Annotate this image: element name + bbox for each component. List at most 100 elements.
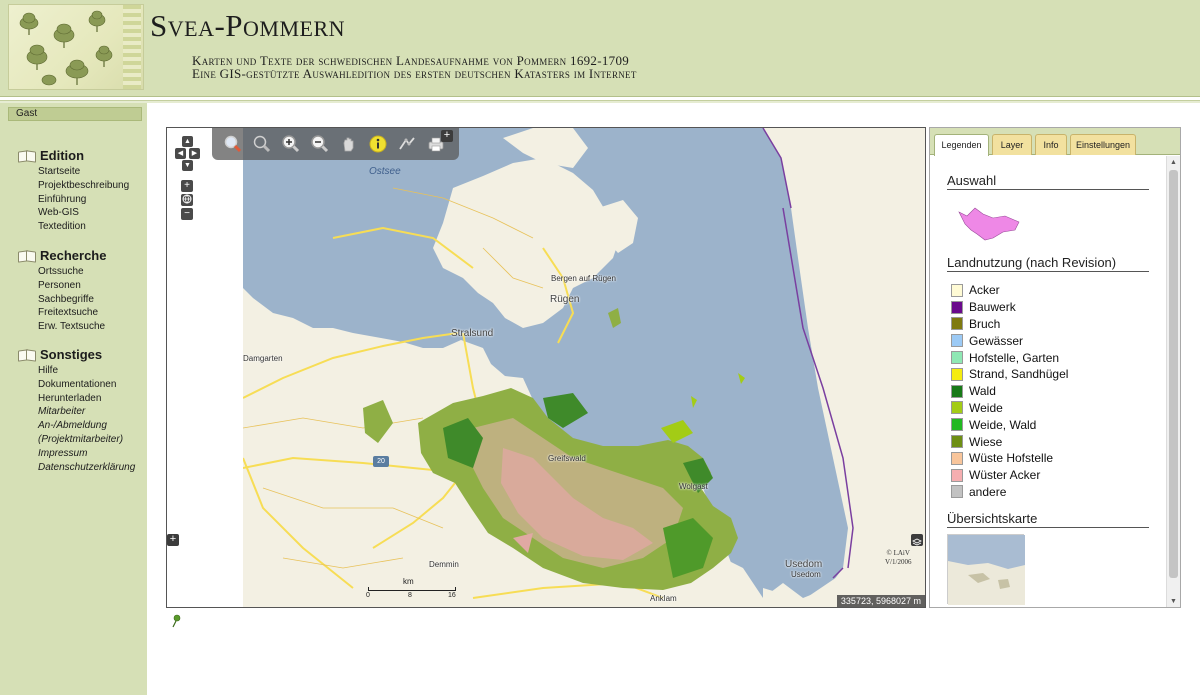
legend-label: Hofstelle, Garten	[969, 350, 1060, 365]
legend-label: Wald	[969, 384, 996, 399]
legend-swatch	[951, 334, 963, 348]
measure-tool[interactable]	[396, 133, 418, 155]
scale-tick: 0	[366, 592, 370, 599]
map-base-layer	[243, 128, 925, 607]
toolbar-expand-button[interactable]: +	[441, 130, 453, 142]
legend-swatch	[951, 351, 963, 365]
user-status: Gast	[8, 107, 142, 121]
nav-link-freitextsuche[interactable]: Freitextsuche	[38, 306, 106, 320]
nav-section-recherche: Recherche Ortssuche Personen Sachbegriff…	[18, 246, 106, 334]
side-panel-expand-button[interactable]: +	[167, 534, 179, 546]
legend-row: Wüster Acker	[947, 467, 1165, 484]
scale-tick: 16	[448, 592, 456, 599]
book-icon	[18, 349, 36, 360]
map-label-greifswald: Greifswald	[548, 454, 586, 463]
zoom-in-tool[interactable]	[280, 133, 302, 155]
tab-einstellungen[interactable]: Einstellungen	[1070, 134, 1136, 155]
scale-tick: 8	[408, 592, 412, 599]
nav-link-projektbeschreibung[interactable]: Projektbeschreibung	[38, 179, 129, 193]
tab-layer[interactable]: Layer	[992, 134, 1032, 155]
overview-map[interactable]	[947, 534, 1025, 606]
tab-legenden[interactable]: Legenden	[934, 134, 989, 156]
legend-swatch	[951, 435, 963, 449]
legend-label: Bauwerk	[969, 300, 1016, 315]
legend-label: Wiese	[969, 434, 1003, 449]
zoom-previous-tool[interactable]	[251, 133, 273, 155]
map-canvas[interactable]: Ostsee Bergen auf Rügen Rügen Stralsund …	[243, 128, 925, 607]
legend-row: Wiese	[947, 433, 1165, 450]
header: Svea-Pommern Karten und Texte der schwed…	[0, 0, 1200, 97]
nav-link-startseite[interactable]: Startseite	[38, 165, 129, 179]
pan-down-button[interactable]: ▼	[182, 160, 193, 171]
map-label-ostsee: Ostsee	[369, 166, 401, 177]
legend-row: Bruch	[947, 316, 1165, 333]
nav-link-impressum[interactable]: Impressum	[38, 447, 135, 461]
nav-link-textedition[interactable]: Textedition	[38, 220, 129, 234]
nav-link-datenschutz[interactable]: Datenschutzerklärung	[38, 461, 135, 475]
site-subtitle-line2: Eine GIS-gestützte Auswahledition des er…	[192, 66, 637, 81]
nav-link-einfuehrung[interactable]: Einführung	[38, 193, 129, 207]
legend-label: Weide	[969, 400, 1003, 415]
sidebar: Gast Edition Startseite Projektbeschreib…	[0, 103, 147, 695]
nav-link-web-gis[interactable]: Web-GIS	[38, 206, 129, 220]
layer-switcher-button[interactable]	[911, 534, 923, 546]
zoom-out-tool[interactable]	[309, 133, 331, 155]
map-label-usedom: Usedom	[785, 559, 823, 570]
legend-label: Wüste Hofstelle	[969, 451, 1054, 466]
legend-row: Wüste Hofstelle	[947, 450, 1165, 467]
globe-icon	[182, 194, 192, 204]
map-pin-icon[interactable]	[170, 614, 182, 628]
scroll-up-arrow-icon[interactable]: ▲	[1167, 156, 1180, 169]
zoom-world-button[interactable]	[181, 194, 193, 206]
panel-tabs: Legenden Layer Info Einstellungen	[930, 128, 1180, 156]
side-panel: Legenden Layer Info Einstellungen Auswah…	[929, 127, 1181, 608]
panel-scrollbar[interactable]: ▲ ▼	[1166, 156, 1180, 607]
tree-logo-icon	[19, 10, 113, 86]
nav-link-personen[interactable]: Personen	[38, 279, 106, 293]
legend-row: Hofstelle, Garten	[947, 349, 1165, 366]
copyright-line2: V/1/2006	[885, 558, 912, 566]
layers-icon	[912, 538, 922, 546]
nav-link-mitarbeiter[interactable]: Mitarbeiter	[38, 405, 135, 419]
zoom-box-tool[interactable]	[222, 133, 244, 155]
tab-info[interactable]: Info	[1035, 134, 1067, 155]
pan-up-button[interactable]: ▲	[182, 136, 193, 147]
nav-link-dokumentationen[interactable]: Dokumentationen	[38, 378, 135, 392]
nav-link-herunterladen[interactable]: Herunterladen	[38, 392, 135, 406]
nav-link-sachbegriffe[interactable]: Sachbegriffe	[38, 293, 106, 307]
nav-link-an-abmeldung[interactable]: An-/Abmeldung	[38, 419, 135, 433]
nav-link-hilfe[interactable]: Hilfe	[38, 364, 135, 378]
measure-icon	[399, 137, 415, 150]
zoom-out-button[interactable]: −	[181, 208, 193, 220]
zoom-in-button[interactable]: +	[181, 180, 193, 192]
site-logo[interactable]	[8, 4, 144, 90]
pan-tool[interactable]	[338, 133, 360, 155]
map-copyright: © LAiV V/1/2006	[885, 549, 911, 567]
nav-section-sonstiges: Sonstiges Hilfe Dokumentationen Herunter…	[18, 345, 135, 474]
legend-label: Wüster Acker	[969, 468, 1041, 483]
map-viewer[interactable]: Ostsee Bergen auf Rügen Rügen Stralsund …	[166, 127, 926, 608]
header-divider	[0, 100, 1200, 103]
legend-row: Weide, Wald	[947, 416, 1165, 433]
nav-link-erw-textsuche[interactable]: Erw. Textsuche	[38, 320, 106, 334]
map-label-damgarten: Damgarten	[243, 354, 283, 363]
legend-label: Acker	[969, 283, 1000, 298]
pan-left-button[interactable]: ◀	[175, 148, 186, 159]
legend-label: Gewässer	[969, 333, 1024, 348]
info-tool[interactable]	[367, 133, 389, 155]
selection-heading: Auswahl	[947, 173, 1149, 190]
legend-row: Gewässer	[947, 332, 1165, 349]
nav-link-ortssuche[interactable]: Ortssuche	[38, 265, 106, 279]
site-title: Svea-Pommern	[150, 8, 346, 43]
nav-heading-label: Sonstiges	[40, 346, 103, 362]
legend-label: Weide, Wald	[969, 417, 1037, 432]
scroll-thumb[interactable]	[1169, 170, 1178, 578]
selection-shape-icon	[958, 207, 1020, 241]
scale-bar: km 0 8 16	[366, 577, 458, 602]
logo-border-strip	[123, 5, 141, 89]
pan-right-button[interactable]: ▶	[189, 148, 200, 159]
nav-heading-recherche: Recherche	[18, 246, 106, 264]
legend-swatch	[951, 418, 963, 432]
scroll-down-arrow-icon[interactable]: ▼	[1167, 595, 1180, 607]
nav-link-projektmitarbeiter[interactable]: (Projektmitarbeiter)	[38, 433, 135, 447]
